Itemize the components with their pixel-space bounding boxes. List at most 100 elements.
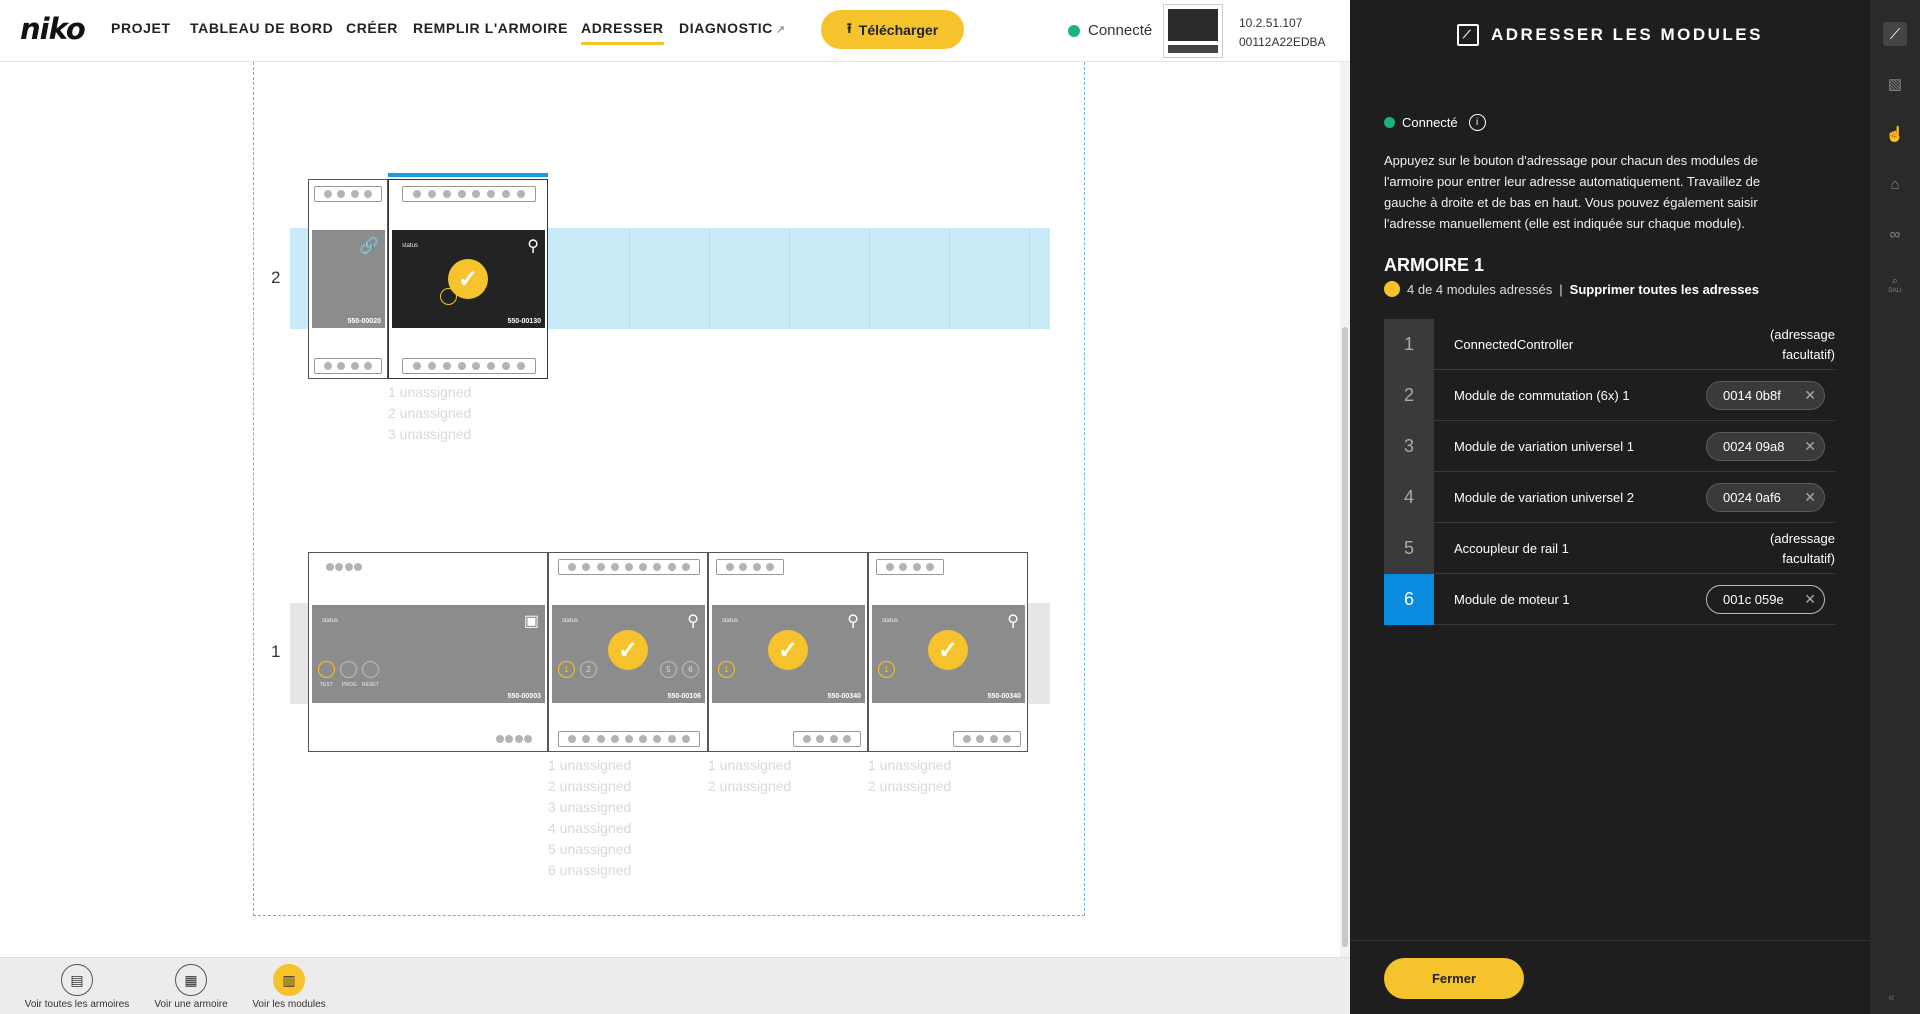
delete-all-addresses-link[interactable]: Supprimer toutes les adresses — [1570, 282, 1759, 297]
module-switching-6x[interactable]: status ⚲ ✓ 1 2 5 6 550-00106 — [548, 552, 708, 752]
prog-label: PROG — [342, 682, 357, 688]
nav-diagnostic[interactable]: DIAGNOSTIC ↗ — [679, 20, 786, 36]
nav-creer[interactable]: CRÉER — [346, 20, 398, 36]
motor-icon: ⚲ — [527, 238, 539, 255]
download-button[interactable]: ⭱ Télécharger — [821, 10, 964, 49]
module-part-number: 550-00106 — [667, 693, 701, 700]
niko-logo[interactable]: niko — [20, 12, 86, 46]
armoire-title: ARMOIRE 1 — [1384, 255, 1485, 275]
view-switcher-bar: ▤ Voir toutes les armoires ▦ Voir une ar… — [0, 957, 1350, 1014]
tag-icon[interactable]: ⌂ — [1883, 172, 1907, 196]
panel-title: ADRESSER LES MODULES — [1491, 25, 1763, 44]
link-icon: 🔗 — [359, 238, 379, 255]
optional-note-line: (adressage — [1769, 327, 1835, 342]
module-name: Module de variation universel 2 — [1454, 490, 1634, 505]
status-led-label: status — [722, 618, 739, 624]
unassigned-output: 2 unassigned — [868, 778, 952, 794]
one-cabinet-icon: ▦ — [175, 964, 207, 996]
clear-address-icon[interactable]: ✕ — [1804, 489, 1816, 506]
dali-icon[interactable]: ⌕ DALI — [1883, 272, 1907, 296]
view-all-cabinets-button[interactable]: ▤ Voir toutes les armoires — [22, 964, 132, 1010]
modules-icon: ▥ — [273, 964, 305, 996]
controller-ip: 10.2.51.107 — [1239, 16, 1303, 30]
module-controller[interactable]: status ▣ TEST PROG RESET 550-00003 — [308, 552, 548, 752]
address-modules-icon[interactable]: ⟋ — [1883, 22, 1907, 46]
unassigned-output: 1 unassigned — [868, 757, 952, 773]
output-button-2: 2 — [580, 661, 597, 678]
module-rail-coupler[interactable]: 🔗 550-00020 — [308, 179, 388, 379]
unassigned-output: 2 unassigned — [388, 405, 472, 421]
connected-dot-icon — [1068, 24, 1080, 37]
address-value: 0024 09a8 — [1723, 439, 1785, 454]
clear-address-icon[interactable]: ✕ — [1804, 387, 1816, 404]
module-row[interactable]: 2 Module de commutation (6x) 1 0014 0b8f… — [1384, 370, 1835, 421]
view-modules-button[interactable]: ▥ Voir les modules — [234, 964, 344, 1010]
touch-icon[interactable]: ☝ — [1883, 122, 1907, 146]
status-led-label: status — [402, 243, 419, 249]
module-address-field[interactable]: 0014 0b8f ✕ — [1706, 381, 1825, 410]
output-button-6: 6 — [682, 661, 699, 678]
module-row[interactable]: 1 ConnectedController (adressage faculta… — [1384, 319, 1835, 370]
nav-tableau-de-bord[interactable]: TABLEAU DE BORD — [190, 20, 333, 36]
clear-address-icon[interactable]: ✕ — [1804, 591, 1816, 608]
scrollbar-thumb[interactable] — [1342, 327, 1348, 947]
upload-arrow-icon: ⭱ — [846, 19, 852, 36]
module-row-selected[interactable]: 6 Module de moteur 1 001c 059e ✕ — [1384, 574, 1835, 625]
module-dimmer-2[interactable]: status ⚲ ✓ 1 550-00340 — [868, 552, 1028, 752]
controller-serial: 00112A22EDBA — [1239, 35, 1326, 49]
module-name: Module de commutation (6x) 1 — [1454, 388, 1630, 403]
rail-label-1: 1 — [271, 642, 281, 661]
nav-adresser[interactable]: ADRESSER — [581, 20, 664, 45]
nav-projet[interactable]: PROJET — [111, 20, 171, 36]
module-motor[interactable]: status ⚲ ✓ 550-00130 — [388, 179, 548, 379]
unassigned-output: 6 unassigned — [548, 862, 632, 878]
link-icon[interactable]: ∞ — [1883, 222, 1907, 246]
collapse-panel-icon[interactable]: « — [1888, 990, 1895, 1004]
panel-description: Appuyez sur le bouton d'adressage pour c… — [1384, 153, 1761, 231]
cabinet-icon[interactable]: ▧ — [1883, 72, 1907, 96]
status-led-label: status — [562, 618, 579, 624]
address-modules-icon: ⟋ — [1457, 24, 1479, 46]
armoire-status: 4 de 4 modules adressés | Supprimer tout… — [1384, 281, 1759, 297]
controller-thumbnail[interactable] — [1163, 4, 1223, 58]
view-modules-label: Voir les modules — [252, 999, 326, 1010]
module-name: Module de variation universel 1 — [1454, 439, 1634, 454]
terminal-block — [876, 559, 944, 575]
clear-address-icon[interactable]: ✕ — [1804, 438, 1816, 455]
terminal-block — [402, 358, 536, 374]
unassigned-outputs: 1 unassigned 2 unassigned — [708, 755, 791, 797]
status-dot-icon — [1384, 281, 1400, 297]
module-row[interactable]: 4 Module de variation universel 2 0024 0… — [1384, 472, 1835, 523]
unassigned-output: 3 unassigned — [548, 799, 632, 815]
close-button[interactable]: Fermer — [1384, 958, 1524, 999]
address-value: 0014 0b8f — [1723, 388, 1781, 403]
module-address-list: 1 ConnectedController (adressage faculta… — [1384, 319, 1835, 625]
unassigned-output: 5 unassigned — [548, 841, 632, 857]
module-row[interactable]: 3 Module de variation universel 1 0024 0… — [1384, 421, 1835, 472]
canvas-scrollbar[interactable] — [1340, 62, 1350, 957]
module-address-field[interactable]: 0024 09a8 ✕ — [1706, 432, 1825, 461]
reset-button — [362, 661, 379, 678]
connection-status: Connecté — [1068, 22, 1152, 39]
terminal-block — [793, 731, 861, 747]
module-row[interactable]: 5 Accoupleur de rail 1 (adressage facult… — [1384, 523, 1835, 574]
connection-label: Connecté — [1088, 22, 1153, 39]
nav-diagnostic-label: DIAGNOSTIC — [679, 20, 773, 36]
addressed-check-icon: ✓ — [928, 630, 968, 670]
view-one-cabinet-button[interactable]: ▦ Voir une armoire — [136, 964, 246, 1010]
info-icon[interactable]: i — [1468, 114, 1486, 131]
module-dimmer-1[interactable]: status ⚲ ✓ 1 550-00340 — [708, 552, 868, 752]
terminal-block — [953, 731, 1021, 747]
module-address-field[interactable]: 001c 059e ✕ — [1706, 585, 1825, 614]
dimmer-icon: ⚲ — [1007, 613, 1019, 630]
unassigned-outputs: 1 unassigned 2 unassigned 3 unassigned — [388, 382, 471, 445]
cabinet-canvas: 2 🔗 550-00020 status ⚲ ✓ 550-00130 1 una… — [0, 62, 1340, 957]
module-address-field[interactable]: 0024 0af6 ✕ — [1706, 483, 1825, 512]
status-led-label: status — [322, 618, 339, 624]
terminal-block — [558, 559, 700, 575]
nav-remplir-armoire[interactable]: REMPLIR L'ARMOIRE — [413, 20, 568, 36]
module-index: 5 — [1384, 523, 1434, 574]
module-name: Accoupleur de rail 1 — [1454, 541, 1569, 556]
terminal-block — [321, 559, 367, 575]
module-name: Module de moteur 1 — [1454, 592, 1570, 607]
